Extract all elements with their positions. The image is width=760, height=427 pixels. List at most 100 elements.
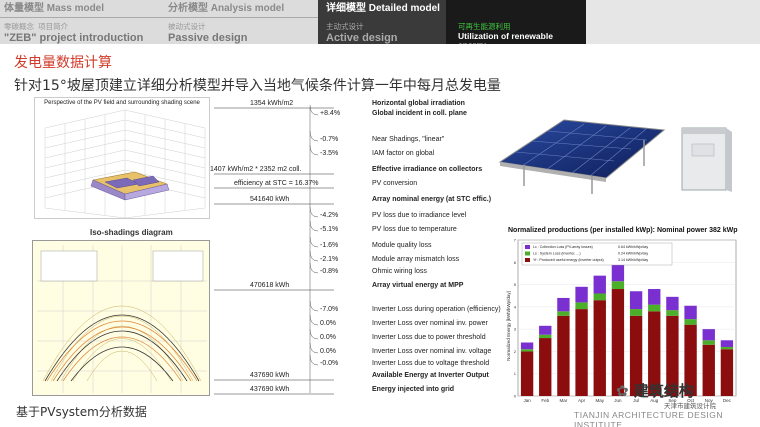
slide: 体量模型 Mass model 零碳概念 项目简介 "ZEB" project … [0, 0, 760, 427]
bar-segment [575, 309, 588, 396]
loss-row-label: PV conversion [372, 180, 418, 187]
loss-arrow [309, 314, 319, 326]
loss-row-label: Near Shadings, "linear" [372, 136, 445, 143]
loss-row-label: Module array mismatch loss [372, 256, 460, 263]
tab-title [458, 2, 582, 18]
loss-arrow [309, 262, 319, 274]
bar-segment [557, 297, 570, 312]
loss-row-label: Energy injected into grid [372, 386, 455, 393]
loss-arrow [309, 250, 319, 262]
y-tick-label: 5 [514, 282, 517, 287]
loss-row-label: Inverter Loss over nominal inv. power [372, 320, 488, 327]
loss-row-value: 437690 kWh [250, 386, 290, 393]
loss-row-value: 470618 kWh [250, 282, 290, 289]
watermark-en: TIANJIN ARCHITECTURE DESIGN INSTITUTE [574, 410, 724, 427]
watermark-logo: 建筑结构 [633, 382, 694, 400]
tab-title: 分析模型 Analysis model [168, 3, 285, 14]
legend-value: 0.64 kWh/kWp/day [618, 245, 648, 249]
loss-row-percent: -0.8% [320, 268, 339, 275]
y-tick-label: 4 [514, 304, 517, 309]
bar-segment [611, 281, 625, 290]
loss-row-label: Inverter Loss over nominal inv. voltage [372, 348, 492, 355]
bar-segment [648, 289, 661, 305]
tab-detailed-model[interactable]: 详细模型 Detailed model 主动式设计 Active design [318, 0, 446, 44]
loss-row-value: efficiency at STC = 16.37% [234, 180, 319, 187]
loss-row-percent: -2.1% [320, 256, 339, 263]
loss-row-percent: 0.0% [320, 334, 336, 341]
tab-sub-cn: 被动式设计 [168, 22, 206, 31]
bar-segment [666, 296, 679, 311]
tab-title: 详细模型 Detailed model [326, 3, 440, 14]
loss-row-label: Inverter Loss due to power threshold [372, 334, 486, 341]
normalized-production-chart: Normalized Energy [kWh/kWp/day] 0 1 2 3 4 5 6 7… [506, 238, 737, 403]
loss-row-percent: 0.0% [320, 348, 336, 355]
bar-segment [575, 302, 588, 310]
bar-segment [539, 334, 552, 339]
pv-scene-panel: Perspective of the PV field and surround… [34, 97, 210, 219]
bar-segment [539, 325, 552, 335]
loss-row-percent: 0.0% [320, 320, 336, 327]
bar-segment [702, 329, 715, 341]
tab-title: 体量模型 Mass model [4, 3, 105, 14]
bar-segment [557, 315, 570, 396]
loss-row-label: Global incident in coll. plane [372, 110, 467, 117]
headline: 针对15°坡屋顶建立详细分析模型并导入当地气候条件计算一年中每月总发电量 [14, 78, 501, 94]
legend-value: 3.14 kWh/kWp/day [618, 258, 648, 262]
legend-label: Yf : Produced useful energy (inverter ou… [533, 258, 604, 262]
chart-ylabel: Normalized Energy [kWh/kWp/day] [506, 291, 511, 361]
bar-segment [702, 340, 715, 345]
loss-row-percent: -0.7% [320, 136, 339, 143]
watermark-sub: 天津市建筑设计院 [664, 402, 716, 410]
bar-segment [684, 319, 697, 325]
loss-row-value: 541640 kWh [250, 196, 290, 203]
tab-analysis-model[interactable]: 分析模型 Analysis model 被动式设计 Passive design [150, 0, 318, 44]
y-tick-label: 6 [514, 260, 517, 265]
iso-shadings-panel [32, 240, 210, 396]
legend-label: Ls : System Loss (inverter, ...) [533, 252, 581, 256]
loss-row-label: Inverter Loss during operation (efficien… [372, 306, 501, 313]
bar-segment [666, 310, 679, 316]
legend-label: Lc : Collection Loss (PV-array losses) [533, 245, 593, 249]
loss-arrow [309, 354, 319, 366]
bar-segment [557, 311, 570, 316]
legend-swatch [525, 251, 530, 256]
iso-shadings-title: Iso-shadings diagram [90, 228, 173, 237]
x-tick-label: Mar [560, 398, 568, 403]
loss-row-value: 437690 kWh [250, 372, 290, 379]
legend-value: 0.24 kWh/kWp/day [618, 252, 648, 256]
tab-sub-en: Utilization of renewable energy [458, 31, 553, 45]
loss-row-percent: -3.5% [320, 150, 339, 157]
loss-arrow [309, 300, 319, 312]
footer-note: 基于PVsystem分析数据 [16, 405, 147, 419]
top-navigation: 体量模型 Mass model 零碳概念 项目简介 "ZEB" project … [0, 0, 760, 44]
tab-mass-model[interactable]: 体量模型 Mass model 零碳概念 项目简介 "ZEB" project … [0, 0, 150, 44]
loss-arrow [309, 220, 319, 232]
solar-panel-image [498, 119, 732, 194]
loss-arrow [309, 236, 319, 248]
loss-row-label: Inverter Loss due to voltage threshold [372, 360, 490, 367]
bar-segment [629, 291, 643, 310]
loss-row-value: 1407 kWh/m2 * 2352 m2 coll. [210, 166, 302, 173]
loss-row-label: PV loss due to irradiance level [372, 212, 467, 219]
pv-scene-title: Perspective of the PV field and surround… [44, 100, 200, 106]
loss-row-percent: -1.6% [320, 242, 339, 249]
y-tick-label: 1 [514, 371, 517, 376]
loss-row-percent: -5.1% [320, 226, 339, 233]
tab-empty [586, 0, 760, 44]
legend-swatch [525, 245, 530, 249]
tab-sub-cn: 零碳概念 [4, 22, 34, 31]
bar-segment [575, 286, 588, 303]
bar-segment [720, 340, 734, 347]
wechat-icon: ✿ [616, 382, 629, 400]
loss-row-value: 1354 kWh/m2 [250, 100, 294, 107]
y-tick-label: 3 [514, 327, 517, 332]
iso-shadings-diagram [37, 245, 207, 393]
bar-segment [593, 275, 606, 294]
bar-segment [629, 309, 643, 316]
tab-sub-en: "ZEB" project introduction [4, 32, 144, 44]
tab-renewable-energy[interactable]: 可再生能源利用 Utilization of renewable energy [446, 0, 586, 44]
tab-sub-en: Active design [326, 32, 398, 44]
loss-row-label: Ohmic wiring loss [372, 268, 427, 275]
loss-row-label: Available Energy at Inverter Output [372, 372, 489, 379]
x-tick-label: Apr [578, 398, 586, 403]
